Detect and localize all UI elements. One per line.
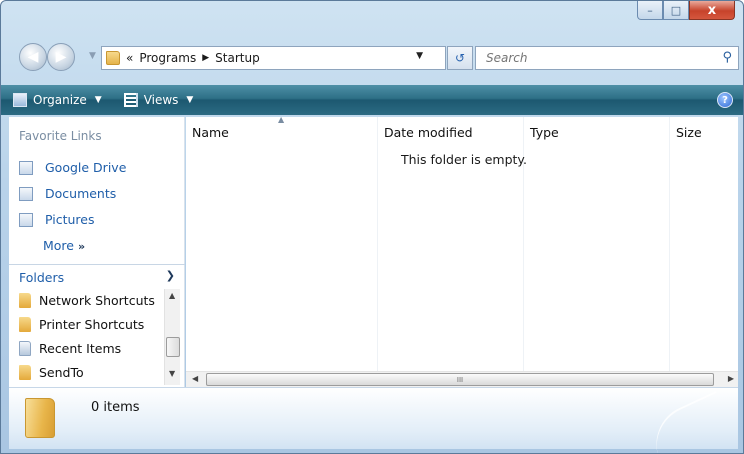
column-divider bbox=[377, 117, 378, 371]
chevron-down-icon: ▼ bbox=[94, 95, 102, 105]
tree-item-recent-items[interactable]: Recent Items bbox=[19, 341, 121, 356]
favorite-link-pictures[interactable]: Pictures bbox=[19, 212, 95, 227]
column-label: Size bbox=[676, 124, 702, 140]
back-button[interactable]: ◀ bbox=[19, 43, 47, 71]
search-input[interactable] bbox=[486, 51, 706, 65]
column-header-date-modified[interactable]: Date modified bbox=[378, 117, 522, 147]
pictures-icon bbox=[19, 212, 33, 227]
tree-item-label: Network Shortcuts bbox=[39, 293, 155, 308]
column-header-type[interactable]: Type bbox=[524, 117, 668, 147]
tree-item-label: Printer Shortcuts bbox=[39, 317, 145, 332]
tree-item-sendto[interactable]: SendTo bbox=[19, 365, 84, 380]
refresh-button[interactable]: ↺ bbox=[447, 46, 473, 70]
search-icon[interactable]: ⚲ bbox=[722, 50, 732, 65]
decorative-swoosh bbox=[643, 390, 733, 453]
breadcrumb-programs[interactable]: Programs bbox=[139, 51, 196, 65]
minimize-button[interactable]: – bbox=[637, 1, 663, 20]
tree-item-printer-shortcuts[interactable]: Printer Shortcuts bbox=[19, 317, 144, 332]
horizontal-scrollbar[interactable]: ◀ III ▶ bbox=[186, 371, 738, 387]
maximize-button[interactable]: □ bbox=[663, 1, 689, 20]
address-bar[interactable]: « Programs ▶ Startup ▼ bbox=[101, 46, 446, 70]
breadcrumb-overflow[interactable]: « bbox=[126, 51, 133, 65]
column-header-size[interactable]: Size bbox=[670, 117, 738, 147]
folder-icon bbox=[106, 51, 120, 65]
item-count: 0 items bbox=[91, 400, 140, 415]
column-label: Name bbox=[192, 124, 229, 140]
address-row: ◀ ▶ ▼ « Programs ▶ Startup ▼ ↺ ⚲ bbox=[1, 35, 743, 77]
views-button[interactable]: Views ▼ bbox=[118, 88, 200, 112]
file-list[interactable]: ▲ Name Date modified Type Size This fold… bbox=[186, 115, 738, 387]
tree-item-network-shortcuts[interactable]: Network Shortcuts bbox=[19, 293, 155, 308]
address-dropdown-icon[interactable]: ▼ bbox=[416, 51, 423, 61]
forward-button[interactable]: ▶ bbox=[47, 43, 75, 71]
tree-item-label: SendTo bbox=[39, 365, 84, 380]
documents-icon bbox=[19, 186, 33, 201]
empty-folder-message: This folder is empty. bbox=[401, 152, 528, 167]
organize-label: Organize bbox=[33, 93, 87, 107]
chevron-down-icon: ❯ bbox=[165, 269, 175, 282]
favorite-link-documents[interactable]: Documents bbox=[19, 186, 116, 201]
chevron-down-icon: ▼ bbox=[186, 95, 194, 105]
folders-header[interactable]: Folders ❯ bbox=[9, 265, 185, 289]
command-toolbar: Organize ▼ Views ▼ ? bbox=[1, 85, 743, 115]
forward-arrow-icon: ▶ bbox=[55, 49, 67, 65]
scroll-right-icon[interactable]: ▶ bbox=[728, 374, 734, 383]
recent-pages-dropdown-icon[interactable]: ▼ bbox=[89, 51, 96, 61]
scroll-up-icon[interactable]: ▲ bbox=[169, 291, 175, 300]
double-chevron-icon: » bbox=[78, 240, 86, 253]
folder-tree-scrollbar[interactable]: ▲ ▼ bbox=[164, 289, 180, 385]
breadcrumb-startup[interactable]: Startup bbox=[215, 51, 260, 65]
search-box[interactable]: ⚲ bbox=[475, 46, 739, 70]
google-drive-icon bbox=[19, 160, 33, 175]
column-label: Date modified bbox=[384, 124, 473, 140]
breadcrumb-separator-icon[interactable]: ▶ bbox=[202, 53, 209, 63]
folder-icon bbox=[19, 365, 31, 380]
more-links-button[interactable]: More » bbox=[43, 238, 85, 253]
refresh-icon: ↺ bbox=[454, 51, 466, 65]
favorite-link-google-drive[interactable]: Google Drive bbox=[19, 160, 126, 175]
organize-icon bbox=[13, 93, 27, 107]
favorite-links-heading: Favorite Links bbox=[19, 129, 102, 143]
column-divider bbox=[669, 117, 670, 371]
scrollbar-thumb[interactable]: III bbox=[206, 373, 714, 386]
more-label: More bbox=[43, 238, 74, 253]
sort-ascending-icon: ▲ bbox=[278, 115, 285, 124]
navigation-pane: Favorite Links Google Drive Documents Pi… bbox=[9, 117, 185, 387]
tree-item-label: Recent Items bbox=[39, 341, 122, 356]
caption-buttons: – □ x bbox=[637, 1, 735, 23]
scroll-down-icon[interactable]: ▼ bbox=[169, 369, 175, 378]
column-header-name[interactable]: ▲ Name bbox=[186, 115, 376, 147]
scrollbar-thumb[interactable] bbox=[166, 337, 180, 357]
favorite-link-label: Documents bbox=[45, 186, 117, 201]
folder-icon bbox=[19, 293, 31, 308]
scroll-left-icon[interactable]: ◀ bbox=[192, 374, 198, 383]
details-pane: 0 items bbox=[9, 387, 738, 453]
views-icon bbox=[123, 93, 138, 107]
folders-heading: Folders bbox=[19, 269, 65, 285]
close-button[interactable]: x bbox=[689, 1, 735, 20]
folder-icon bbox=[19, 317, 31, 332]
favorite-link-label: Pictures bbox=[45, 212, 95, 227]
back-arrow-icon: ◀ bbox=[27, 49, 39, 65]
explorer-window: – □ x ◀ ▶ ▼ « Programs ▶ Startup ▼ ↺ ⚲ bbox=[0, 0, 744, 454]
organize-button[interactable]: Organize ▼ bbox=[7, 88, 108, 112]
folder-icon bbox=[25, 398, 55, 438]
favorite-link-label: Google Drive bbox=[45, 160, 127, 175]
column-label: Type bbox=[530, 124, 559, 140]
recent-items-icon bbox=[19, 341, 31, 356]
help-button[interactable]: ? bbox=[717, 92, 733, 108]
views-label: Views bbox=[143, 93, 179, 107]
scrollbar-grip-icon: III bbox=[456, 375, 464, 384]
